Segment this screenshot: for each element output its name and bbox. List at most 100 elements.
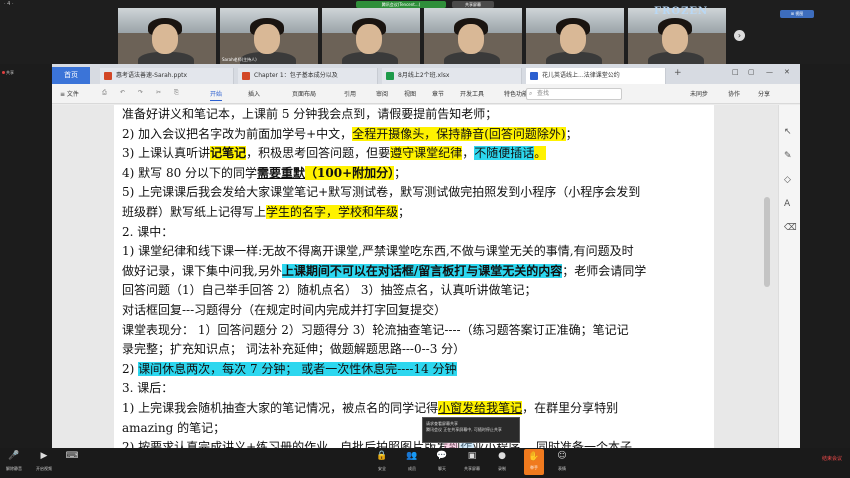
menu-item[interactable]: 章节 [432, 89, 444, 98]
quick-access-icon[interactable]: ↷ [138, 89, 143, 96]
menu-item[interactable]: 引用 [344, 89, 356, 98]
document-line: 录完整；扩充知识点； 词法补充延伸；做题解题思路---0--3 分） [122, 340, 708, 360]
next-page-icon[interactable]: › [734, 30, 745, 41]
quick-access-icon[interactable]: ⎘ [174, 89, 179, 97]
security-icon[interactable]: 🔒 [374, 451, 390, 464]
text-run: ； [565, 126, 578, 141]
sync-status-button[interactable]: 未同步 [690, 89, 708, 98]
highlighted-text: 遵守课堂纪律 [390, 146, 463, 161]
text-run: ； [398, 204, 411, 219]
menu-item[interactable]: ≡ 文件 [60, 89, 79, 98]
document-line: 2) 加入会议把名字改为前面加学号+中文，全程开摄像头，保持静音(回答问题除外)… [122, 125, 708, 145]
new-tab-icon[interactable]: + [674, 68, 682, 78]
text-run: 班级群）默写纸上记得写上 [122, 204, 267, 219]
meeting-toolbar: 🎤 解除静音 ▶ 开启视频 ⌨ 🔒 安全 👥 成员 💬 聊天 ▣ 共享屏幕 ● 录制 ✋ 举手 ☺ 表情 结束会议 [0, 448, 850, 478]
menu-item[interactable]: 视图 [404, 89, 416, 98]
tab-label: 8月线上2个班.xlsx [398, 72, 450, 79]
text-run: 1) 课堂纪律和线下课一样:无故不得离开课堂,严禁课堂吃东西,不做与课堂无关的事… [122, 244, 634, 259]
keyboard-icon[interactable]: ⌨ [64, 451, 80, 464]
menu-item[interactable]: 插入 [248, 89, 260, 98]
raise-hand-icon: ✋ [528, 452, 540, 462]
video-icon[interactable]: ▶ [36, 451, 52, 464]
raise-hand-button[interactable]: ✋ 举手 [524, 449, 544, 475]
document-line: amazing 的笔记； [122, 419, 708, 439]
tile-windows-icon[interactable]: □ [732, 68, 739, 76]
document-line: 对话框回复---习题得分（在规定时间内完成并打字回复提交） [122, 301, 708, 321]
text-run: 录完整；扩充知识点； 词法补充延伸；做题解题思路---0--3 分） [122, 342, 466, 357]
tab-document[interactable]: 8月线上2个班.xlsx [382, 68, 522, 84]
participant-video-tile[interactable]: Sarah老师(主持人) [220, 8, 318, 64]
document-line: 2) 课间休息两次，每次 7 分钟； 或者一次性休息完----14 分钟 [122, 360, 708, 380]
share-screen-icon[interactable]: ▣ [464, 451, 480, 464]
minimize-icon[interactable]: — [766, 68, 773, 76]
collaborate-button[interactable]: 协作 [728, 89, 740, 98]
tab-home[interactable]: 首页 [52, 67, 90, 84]
menu-item[interactable]: 开发工具 [460, 89, 484, 98]
share-button[interactable]: 分享 [758, 89, 770, 98]
text-run: 课堂表现分： 1）回答问题分 2）习题得分 3）轮流抽查笔记----（练习题答案… [122, 322, 629, 337]
toolbar-label: 表情 [558, 466, 566, 471]
recording-dot-icon [2, 71, 5, 74]
participant-video-tile[interactable] [424, 8, 522, 64]
vertical-scrollbar[interactable] [763, 105, 771, 448]
text-run: amazing 的笔记； [122, 420, 226, 435]
close-icon[interactable]: ✕ [784, 68, 790, 76]
participant-video-tile[interactable] [118, 8, 216, 64]
tab-label: Chapter 1：包子基本成分以及 [254, 72, 338, 79]
document-canvas[interactable]: 准备好讲义和笔记本，上课前 5 分钟我会点到，请假要提前告知老师； 2) 加入会议… [52, 105, 778, 448]
share-notification-popup[interactable]: 请求查看屏幕共享 腾讯会议 正在共享屏幕中, 可随时停止共享 [422, 417, 520, 443]
quick-access-icon[interactable]: ✂ [156, 89, 161, 96]
file-type-icon [242, 72, 250, 80]
document-line: 4) 默写 80 分以下的同学需要重默（100+附加分）； [122, 164, 708, 184]
menu-item[interactable]: 审阅 [376, 89, 388, 98]
search-icon: ⌕ [529, 90, 533, 97]
highlighted-text: 。 [534, 146, 547, 161]
menu-item[interactable]: 特色功能 [504, 89, 528, 98]
pen-icon[interactable]: ✎ [784, 151, 792, 161]
document-line: 回答问题（1）自己举手回答 2）随机点名） 3）抽签点名，认真听讲做笔记； [122, 281, 708, 301]
highlighted-text: 全程开摄像头，保持静音(回答问题除外) [352, 126, 566, 141]
tab-document[interactable]: 花儿英语线上...法律课堂公约 [526, 68, 666, 84]
highlighted-text: 课间休息两次，每次 7 分钟； 或者一次性休息完----14 分钟 [138, 361, 457, 376]
toolbar-label: 录制 [498, 466, 506, 471]
meeting-status-pill[interactable]: 腾讯会议(Tencent...) [356, 1, 446, 8]
chat-icon[interactable]: 💬 [434, 451, 450, 464]
highlighted-text: 上课期间不可以在对话框/留言板打与课堂无关的内容 [281, 263, 563, 278]
scrollbar-thumb[interactable] [764, 197, 770, 287]
search-input[interactable]: ⌕ 查找 [526, 88, 622, 100]
mic-icon[interactable]: 🎤 [6, 451, 22, 464]
text-run: 1) 上完课我会随机抽查大家的笔记情况，被点名的同学记得 [122, 400, 439, 415]
toolbar-label: 举手 [530, 465, 538, 470]
menu-item[interactable]: 页面布局 [292, 89, 316, 98]
eraser-icon[interactable]: ⌫ [784, 223, 797, 233]
record-icon[interactable]: ● [494, 451, 510, 464]
tab-document[interactable]: Chapter 1：包子基本成分以及 [238, 68, 378, 84]
participant-video-tile[interactable] [526, 8, 624, 64]
text-run: 3) 上课认真听讲 [122, 146, 211, 161]
document-line: 5) 上完课课后我会发给大家课堂笔记+默写测试卷，默写测试做完拍照发到小程序（小… [122, 183, 708, 203]
file-type-icon [104, 72, 112, 80]
tab-document[interactable]: 惠考语法善速-Sarah.pptx [100, 68, 234, 84]
quick-access-icon[interactable]: ⎙ [102, 89, 107, 97]
text-icon[interactable]: A [784, 199, 790, 209]
tab-label: 惠考语法善速-Sarah.pptx [116, 72, 188, 79]
pointer-icon[interactable]: ↖ [784, 127, 792, 137]
text-run: ，积极思考回答问题，但要 [246, 146, 391, 161]
quick-access-icon[interactable]: ↶ [120, 89, 125, 96]
shape-icon[interactable]: ◇ [784, 175, 791, 185]
document-line: 准备好讲义和笔记本，上课前 5 分钟我会点到，请假要提前告知老师； [122, 105, 708, 125]
members-icon[interactable]: 👥 [404, 451, 420, 464]
side-share-label: 共享 [6, 70, 14, 75]
leave-meeting-button[interactable]: 结束会议 [822, 455, 842, 462]
text-run: 5) 上完课课后我会发给大家课堂笔记+默写测试卷，默写测试做完拍照发到小程序（小… [122, 185, 641, 200]
restore-icon[interactable]: ▢ [748, 68, 755, 76]
menu-item[interactable]: 开始 [210, 89, 223, 101]
emoji-icon[interactable]: ☺ [554, 451, 570, 464]
document-page[interactable]: 准备好讲义和笔记本，上课前 5 分钟我会点到，请假要提前告知老师； 2) 加入会议… [114, 105, 714, 448]
view-button[interactable]: ⊞ 视图 [780, 10, 814, 18]
share-status-pill[interactable]: 共享屏幕 [452, 1, 494, 8]
text-run: ，在群里分享特别 [522, 400, 619, 415]
meeting-top-text: · 4 · [4, 1, 14, 7]
highlighted-text: 学生的名字，学校和年级 [266, 204, 399, 219]
participant-video-tile[interactable] [322, 8, 420, 64]
